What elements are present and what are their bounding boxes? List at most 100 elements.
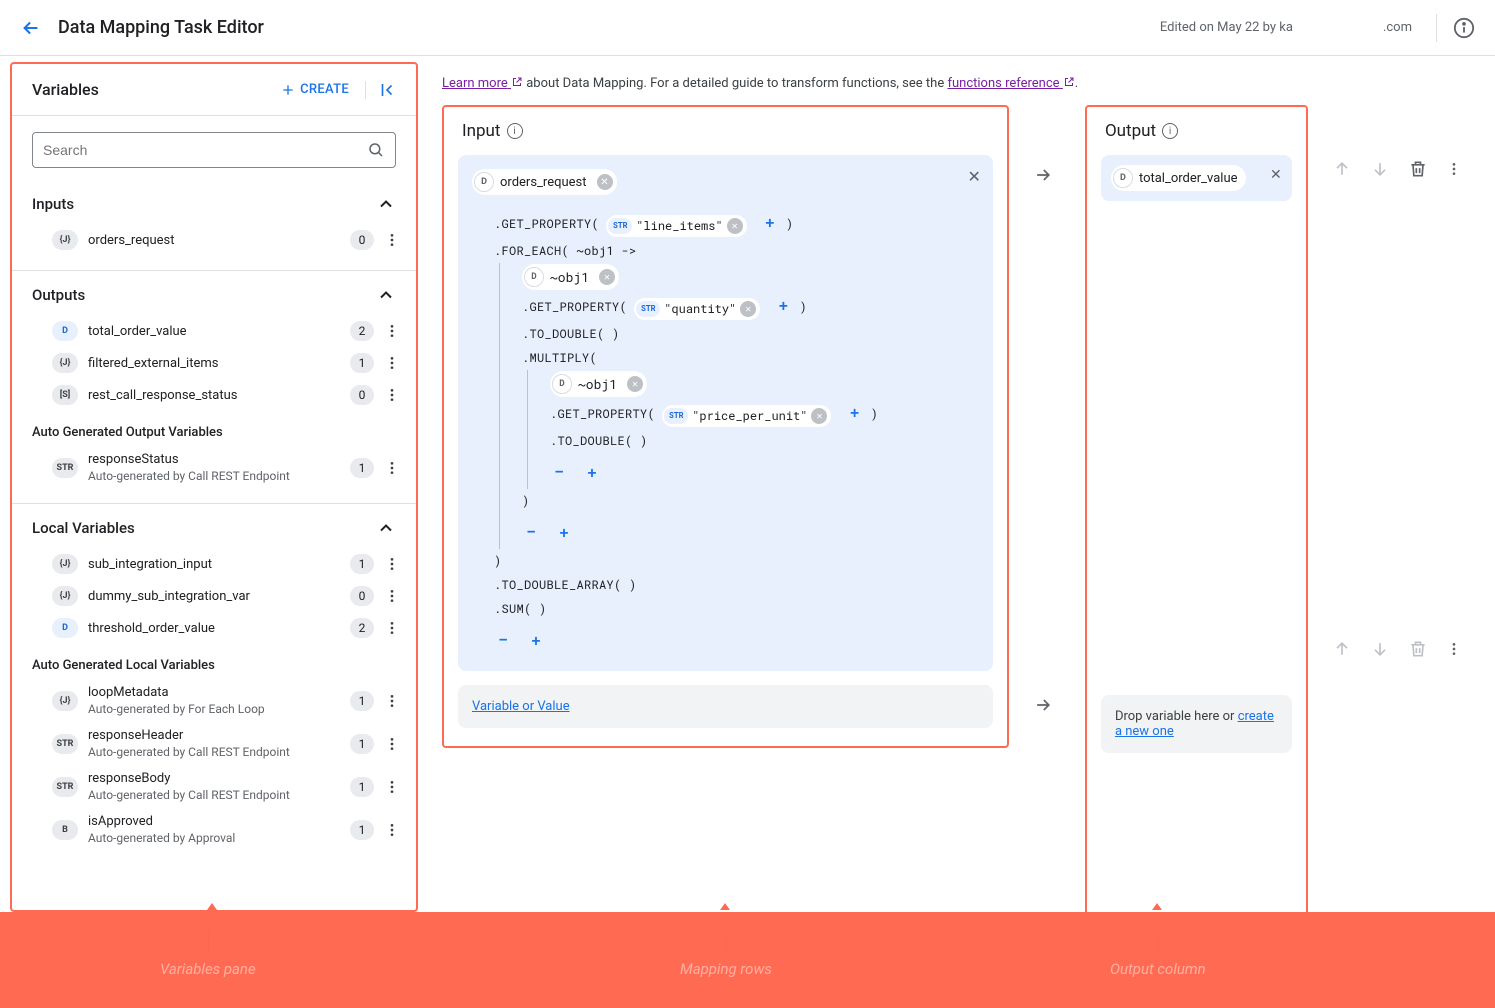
variable-row[interactable]: [S] rest_call_response_status 0 bbox=[12, 379, 416, 411]
usage-count: 1 bbox=[350, 691, 374, 711]
output-column: Output i D total_order_value ✕ Drop vari… bbox=[1085, 105, 1308, 912]
clear-mapping-button[interactable]: ✕ bbox=[968, 167, 981, 186]
move-up-button[interactable] bbox=[1332, 639, 1352, 659]
move-up-button[interactable] bbox=[1332, 159, 1352, 179]
add-argument-button[interactable]: + bbox=[846, 402, 864, 423]
type-badge: {J} bbox=[52, 691, 78, 711]
variable-row[interactable]: {J} orders_request 0 bbox=[12, 224, 416, 256]
string-chip[interactable]: STR"quantity"✕ bbox=[634, 298, 760, 320]
remove-chip-icon[interactable]: ✕ bbox=[627, 376, 643, 392]
type-badge: [S] bbox=[52, 385, 78, 405]
arrow-right-icon bbox=[1033, 665, 1061, 715]
variable-subtitle: Auto-generated by Call REST Endpoint bbox=[88, 788, 350, 802]
remove-step-button[interactable]: − bbox=[550, 459, 569, 483]
add-step-button[interactable]: + bbox=[527, 630, 545, 651]
move-down-button[interactable] bbox=[1370, 159, 1390, 179]
more-icon[interactable] bbox=[1446, 161, 1462, 177]
variable-row[interactable]: STR responseHeaderAuto-generated by Call… bbox=[12, 722, 416, 765]
callout-output: Output column bbox=[1110, 960, 1206, 978]
back-button[interactable] bbox=[20, 17, 42, 39]
variable-row[interactable]: D total_order_value 2 bbox=[12, 315, 416, 347]
clear-output-button[interactable]: ✕ bbox=[1270, 167, 1282, 183]
input-column: Input i ✕ D orders_request ✕ .GET_PROPER… bbox=[442, 105, 1009, 748]
more-icon[interactable] bbox=[380, 228, 404, 252]
info-icon[interactable] bbox=[1436, 14, 1475, 42]
create-variable-button[interactable]: CREATE bbox=[280, 82, 349, 98]
add-step-button[interactable]: + bbox=[583, 462, 601, 483]
string-chip[interactable]: STR"line_items"✕ bbox=[606, 215, 746, 237]
output-variable-slot[interactable]: D total_order_value ✕ bbox=[1101, 155, 1292, 201]
variable-row[interactable]: D threshold_order_value 2 bbox=[12, 612, 416, 644]
remove-chip-icon[interactable]: ✕ bbox=[597, 174, 613, 190]
more-icon[interactable] bbox=[380, 552, 404, 576]
local-header[interactable]: Local Variables bbox=[12, 504, 416, 548]
delete-row-button[interactable] bbox=[1408, 159, 1428, 179]
move-down-button[interactable] bbox=[1370, 639, 1390, 659]
obj-chip[interactable]: D~obj1✕ bbox=[550, 371, 647, 397]
more-icon[interactable] bbox=[380, 689, 404, 713]
search-icon bbox=[367, 141, 385, 159]
inputs-header[interactable]: Inputs bbox=[12, 180, 416, 224]
variable-name: isApproved bbox=[88, 814, 350, 829]
output-variable-chip[interactable]: D total_order_value bbox=[1111, 165, 1246, 191]
type-badge: STR bbox=[52, 458, 78, 478]
more-icon[interactable] bbox=[380, 732, 404, 756]
input-dropzone[interactable]: Variable or Value bbox=[458, 685, 993, 728]
usage-count: 1 bbox=[350, 554, 374, 574]
callout-mapping: Mapping rows bbox=[680, 960, 772, 978]
variable-subtitle: Auto-generated by Approval bbox=[88, 831, 350, 845]
type-badge: STR bbox=[52, 734, 78, 754]
root-variable-chip[interactable]: D orders_request ✕ bbox=[472, 169, 617, 195]
usage-count: 2 bbox=[350, 321, 374, 341]
more-icon[interactable] bbox=[380, 818, 404, 842]
variable-row[interactable]: {J} sub_integration_input 1 bbox=[12, 548, 416, 580]
info-icon[interactable]: i bbox=[1162, 123, 1178, 139]
type-badge: {J} bbox=[52, 353, 78, 373]
variable-row[interactable]: STR responseStatus Auto-generated by Cal… bbox=[12, 446, 416, 489]
variable-or-value-link[interactable]: Variable or Value bbox=[472, 699, 570, 714]
type-badge: STR bbox=[52, 777, 78, 797]
search-input[interactable] bbox=[43, 142, 367, 158]
outputs-header[interactable]: Outputs bbox=[12, 271, 416, 315]
add-step-button[interactable]: + bbox=[555, 522, 573, 543]
learn-more-link[interactable]: Learn more bbox=[442, 76, 523, 91]
more-icon[interactable] bbox=[1446, 641, 1462, 657]
remove-chip-icon[interactable]: ✕ bbox=[727, 218, 743, 234]
more-icon[interactable] bbox=[380, 351, 404, 375]
variable-row[interactable]: STR responseBodyAuto-generated by Call R… bbox=[12, 765, 416, 808]
remove-step-button[interactable]: − bbox=[494, 627, 513, 651]
more-icon[interactable] bbox=[380, 775, 404, 799]
variables-panel-header: Variables CREATE bbox=[12, 64, 416, 116]
row-actions bbox=[1332, 105, 1471, 669]
variable-name: filtered_external_items bbox=[88, 356, 350, 371]
variable-row[interactable]: B isApprovedAuto-generated by Approval 1 bbox=[12, 808, 416, 851]
more-icon[interactable] bbox=[380, 584, 404, 608]
string-chip[interactable]: STR"price_per_unit"✕ bbox=[662, 405, 831, 427]
remove-step-button[interactable]: − bbox=[522, 519, 541, 543]
edit-meta: Edited on May 22 by ka.com bbox=[1160, 20, 1412, 35]
variable-row[interactable]: {J} filtered_external_items 1 bbox=[12, 347, 416, 379]
functions-reference-link[interactable]: functions reference bbox=[947, 76, 1074, 91]
usage-count: 0 bbox=[350, 230, 374, 250]
collapse-panel-button[interactable] bbox=[365, 81, 396, 99]
chevron-up-icon bbox=[376, 518, 396, 538]
more-icon[interactable] bbox=[380, 383, 404, 407]
output-dropzone[interactable]: Drop variable here or create a new one bbox=[1101, 695, 1292, 753]
mapping-expression[interactable]: ✕ D orders_request ✕ .GET_PROPERTY( STR"… bbox=[458, 155, 993, 671]
variable-row[interactable]: {J} dummy_sub_integration_var 0 bbox=[12, 580, 416, 612]
input-title: Input i bbox=[444, 121, 1007, 155]
variable-row[interactable]: {J} loopMetadataAuto-generated by For Ea… bbox=[12, 679, 416, 722]
variable-search[interactable] bbox=[32, 132, 396, 168]
add-argument-button[interactable]: + bbox=[761, 212, 779, 233]
more-icon[interactable] bbox=[380, 319, 404, 343]
delete-row-button[interactable] bbox=[1408, 639, 1428, 659]
add-argument-button[interactable]: + bbox=[775, 295, 793, 316]
remove-chip-icon[interactable]: ✕ bbox=[740, 301, 756, 317]
info-icon[interactable]: i bbox=[507, 123, 523, 139]
more-icon[interactable] bbox=[380, 616, 404, 640]
usage-count: 1 bbox=[350, 820, 374, 840]
remove-chip-icon[interactable]: ✕ bbox=[599, 269, 615, 285]
more-icon[interactable] bbox=[380, 456, 404, 480]
remove-chip-icon[interactable]: ✕ bbox=[811, 408, 827, 424]
obj-chip[interactable]: D~obj1✕ bbox=[522, 264, 619, 290]
